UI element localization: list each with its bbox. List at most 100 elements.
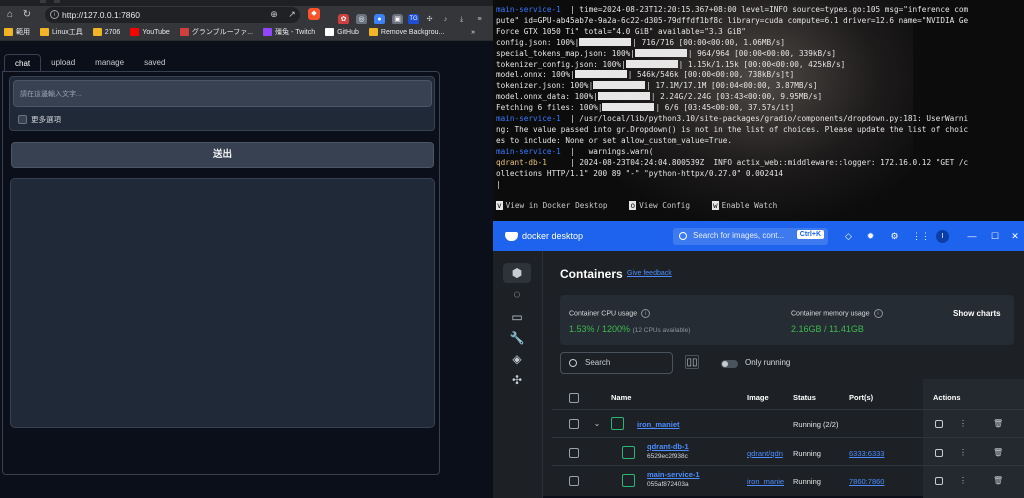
terminal-line: special_tokens_map.json: 100%| | 964/964 … [496,48,1022,60]
bookmark-item[interactable]: グランブルーファ... [179,27,253,37]
row-checkbox[interactable] [569,448,579,458]
builds-icon[interactable]: 🔧 [503,328,531,348]
bookmark-label: Remove Backgrou... [380,28,445,36]
bookmark-item[interactable]: Remove Backgrou... [368,28,445,36]
trash-icon[interactable]: 🗑 [993,448,1003,458]
bookmark-item[interactable]: Linux工具 [40,27,83,37]
stop-icon[interactable] [935,449,943,457]
share-icon[interactable]: ↗ [286,8,298,20]
info-icon[interactable]: i [873,309,883,318]
bookmark-label: Linux工具 [52,29,83,36]
extensions-icon[interactable]: ✹ [865,231,876,242]
row-checkbox[interactable] [569,476,579,486]
column-status[interactable]: Status [793,387,816,409]
site-info-icon[interactable]: i [50,10,59,19]
more-icon[interactable]: ⋮ [958,448,968,458]
checkbox-box[interactable] [18,115,27,124]
bookmark-item[interactable]: YouTube [130,28,170,36]
give-feedback-link[interactable]: Give feedback [627,270,672,277]
container-name[interactable]: main-service-1 [647,470,700,479]
terminal-text: | 964/964 [00:00<00:00, 339kB/s] [687,48,836,58]
gear-icon[interactable]: ⚙ [889,231,900,242]
bookmark-item[interactable]: 2706 [92,28,120,36]
message-input[interactable]: 請在這邊輸入文字... [13,80,432,107]
reload-icon[interactable]: ↻ [20,8,34,22]
terminal-shortcut[interactable]: v View in Docker Desktop [496,201,607,210]
trash-icon[interactable]: 🗑 [993,476,1003,486]
images-icon[interactable]: ◌ [503,284,531,304]
address-bar[interactable]: i http://127.0.0.1:7860 [45,7,300,23]
columns-toggle-icon[interactable]: ▯▯ [685,355,699,369]
gradio-app: chat upload manage saved 請在這邊輸入文字... 更多選… [0,42,493,496]
bookmark-item[interactable]: 殭兔 - Twitch [263,27,315,37]
container-image[interactable]: qdrant/qdn [747,449,783,458]
terminal-text: model.onnx_data: 100%| [496,92,598,102]
terminal-shortcut[interactable]: o View Config [629,201,690,210]
cpu-usage-value-text: 1.53% / 1200% [569,324,631,334]
zoom-icon[interactable]: ⊕ [268,8,280,20]
tab-upload[interactable]: upload [41,54,85,72]
shortcut-key: v [496,201,503,210]
scout-icon[interactable]: ◈ [503,349,531,369]
column-name[interactable]: Name [611,387,631,409]
home-icon[interactable]: ⌂ [3,8,17,22]
more-icon[interactable]: ⋮ [958,476,968,486]
terminal-output: main-service-1 | time=2024-08-23T12:20:1… [496,5,1022,190]
browser-toolbar: ⌂ ↻ i http://127.0.0.1:7860 ⊕ ↗ ◆ ✿ ◎ ● … [0,6,493,25]
container-search-placeholder: Search [585,358,611,367]
terminal-text: model.onnx: 100%| [496,70,575,80]
tab-chat[interactable]: chat [4,54,42,72]
service-prefix: main-service-1 [496,114,561,124]
more-icon[interactable]: ⋮ [958,419,968,429]
extensions-puzzle-icon[interactable]: ✣ [503,370,531,390]
more-bookmarks-icon[interactable]: » [471,29,475,36]
trash-icon[interactable]: 🗑 [993,419,1003,429]
terminal-shortcut[interactable]: w Enable Watch [712,201,777,210]
volumes-icon[interactable]: ▭ [503,307,531,327]
table-row[interactable]: main-service-1 055af872403a iron_manie R… [552,465,1024,493]
terminal-text: tokenizer.json: 100%| [496,81,594,91]
terminal-line: Fetching 6 files: 100%| | 6/6 [03:45<00:0… [496,103,1022,114]
progress-bar-fill [625,59,678,68]
avatar[interactable]: I [936,230,949,243]
terminal-text: | [496,179,501,189]
tab-saved[interactable]: saved [134,54,175,72]
tab-marker [40,0,46,3]
only-running-toggle[interactable] [721,360,738,368]
tab-manage[interactable]: manage [85,54,134,72]
send-button[interactable]: 送出 [11,142,434,168]
column-ports[interactable]: Port(s) [849,387,873,409]
minimize-icon[interactable]: — [966,230,978,242]
column-image[interactable]: Image [747,387,769,409]
container-image[interactable]: iron_manie [747,477,784,486]
docker-global-search[interactable]: Search for images, cont... Ctrl+K [673,228,828,245]
stop-icon[interactable] [935,420,943,428]
container-port[interactable]: 7860:7860 [849,477,884,486]
container-port[interactable]: 6333:6333 [849,449,884,458]
bookmark-item[interactable]: GitHub [325,28,359,36]
info-icon[interactable]: i [641,309,651,318]
learn-icon[interactable]: ◇ [843,231,854,242]
container-name[interactable]: iron_maniet [637,420,680,429]
progress-bar-fill [597,92,650,101]
more-options-checkbox[interactable]: 更多選項 [18,114,61,125]
table-row[interactable]: qdrant-db-1 6529ec2f938c qdrant/qdn Runn… [552,437,1024,465]
brave-shield-icon[interactable]: ◆ [308,8,320,20]
terminal-text: | 716/716 [00:00<00:00, 1.06MB/s] [632,37,786,47]
row-checkbox[interactable] [569,419,579,429]
maximize-icon[interactable]: ☐ [989,230,1001,242]
container-name[interactable]: qdrant-db-1 [647,442,689,451]
table-row[interactable]: ⌄ iron_maniet Running (2/2) ⋮ 🗑 [552,409,1024,437]
container-search-input[interactable]: Search [560,352,673,374]
stop-icon[interactable] [935,477,943,485]
bookmark-icon [4,28,13,36]
close-icon[interactable]: ✕ [1009,230,1021,242]
show-charts-button[interactable]: Show charts [953,309,1001,318]
bookmark-icon [92,28,102,36]
apps-grid-icon[interactable]: ⋮⋮ [912,231,930,242]
bookmark-item[interactable]: 範用 [4,27,30,37]
select-all-checkbox[interactable] [569,393,579,403]
containers-icon[interactable]: ⬢ [503,263,531,283]
chevron-down-icon[interactable]: ⌄ [592,419,602,429]
memory-usage-label-text: Container memory usage [791,310,870,318]
